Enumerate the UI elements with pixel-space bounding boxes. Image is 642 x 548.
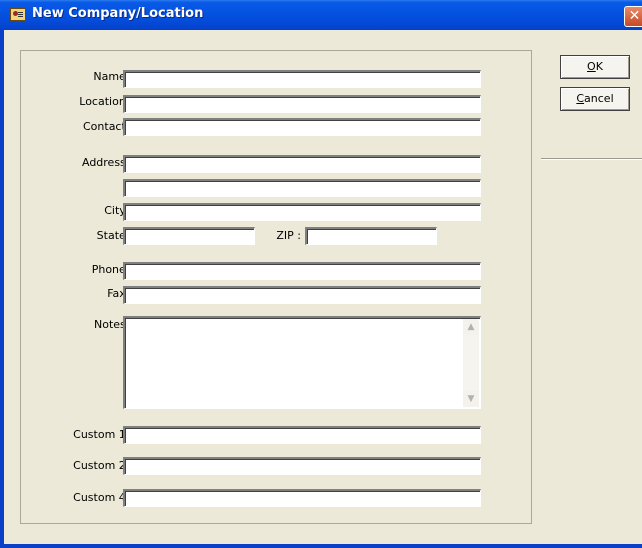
city-field[interactable]	[123, 203, 481, 221]
ok-button-label: K	[595, 60, 603, 73]
custom4-field[interactable]	[123, 489, 481, 507]
address-line1-field[interactable]	[123, 155, 481, 173]
scroll-down-arrow-icon[interactable]: ▼	[463, 391, 479, 407]
window-title: New Company/Location	[32, 6, 204, 21]
cancel-button[interactable]: Cancel	[560, 87, 630, 111]
custom2-field[interactable]	[123, 457, 481, 475]
fax-label: Fax :	[107, 287, 133, 300]
window-bottom-border	[0, 544, 642, 548]
fax-field[interactable]	[123, 286, 481, 304]
custom2-label: Custom 2 :	[73, 459, 133, 472]
scroll-up-arrow-icon[interactable]: ▲	[463, 319, 479, 335]
form-panel: Name : Location : Contact : Address : Ci…	[20, 50, 532, 524]
state-label: State :	[96, 229, 133, 242]
title-bar[interactable]: New Company/Location ✕	[0, 0, 642, 30]
city-label: City :	[104, 204, 133, 217]
phone-label: Phone :	[91, 263, 133, 276]
custom1-field[interactable]	[123, 426, 481, 444]
name-field[interactable]	[123, 70, 481, 88]
ok-button-accel: O	[587, 60, 596, 73]
custom1-label: Custom 1 :	[73, 428, 133, 441]
cancel-button-label: ancel	[584, 92, 614, 105]
address-line2-field[interactable]	[123, 179, 481, 197]
close-button[interactable]: ✕	[624, 6, 642, 27]
button-separator	[541, 158, 642, 160]
notes-label: Notes :	[94, 318, 133, 331]
phone-field[interactable]	[123, 262, 481, 280]
close-icon: ✕	[628, 8, 641, 24]
zip-field[interactable]	[305, 227, 437, 245]
cancel-button-accel: C	[576, 92, 585, 105]
custom4-label: Custom 4 :	[73, 491, 133, 504]
ok-button[interactable]: OK	[560, 55, 630, 79]
zip-label: ZIP :	[276, 229, 301, 242]
address-label: Address :	[81, 156, 133, 169]
dialog-window: New Company/Location ✕ Name : Location :…	[0, 0, 642, 548]
contact-label: Contact :	[83, 120, 133, 133]
name-label: Name :	[93, 70, 133, 83]
location-field[interactable]	[123, 95, 481, 113]
address-card-icon	[10, 8, 26, 21]
contact-field[interactable]	[123, 118, 481, 136]
location-label: Location :	[79, 95, 133, 108]
notes-field[interactable]: ▲ ▼	[123, 316, 481, 409]
notes-scrollbar[interactable]: ▲ ▼	[463, 319, 479, 407]
